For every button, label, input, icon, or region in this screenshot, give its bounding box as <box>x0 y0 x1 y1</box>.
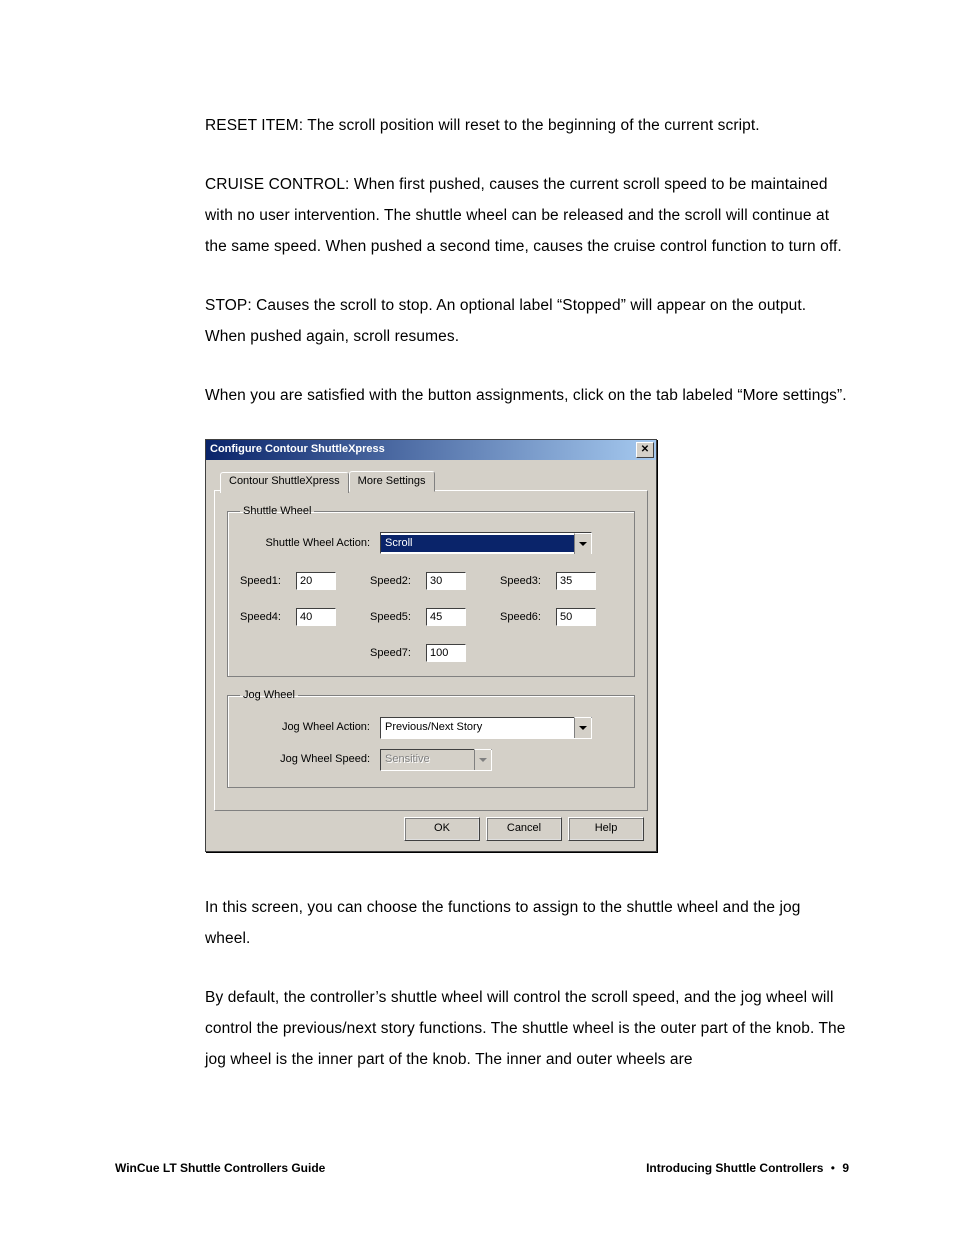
cancel-button[interactable]: Cancel <box>486 817 562 841</box>
dropdown-arrow-icon <box>574 717 591 738</box>
speed7-input[interactable] <box>426 644 466 662</box>
speed3-label: Speed3: <box>500 575 550 588</box>
jog-wheel-action-combo[interactable]: Previous/Next Story <box>380 717 592 739</box>
shuttle-wheel-action-label: Shuttle Wheel Action: <box>240 537 380 550</box>
tab-contour-shuttlexpress[interactable]: Contour ShuttleXpress <box>220 472 349 493</box>
close-icon: ✕ <box>641 444 649 456</box>
tab-more-settings[interactable]: More Settings <box>349 471 435 492</box>
speed1-input[interactable] <box>296 572 336 590</box>
speed6-label: Speed6: <box>500 611 550 624</box>
footer-section-title: Introducing Shuttle Controllers <box>646 1161 823 1175</box>
tab-strip: Contour ShuttleXpress More Settings <box>220 470 648 491</box>
dialog-title: Configure Contour ShuttleXpress <box>210 443 385 456</box>
paragraph-cruise-control: CRUISE CONTROL: When first pushed, cause… <box>205 169 849 262</box>
jog-wheel-speed-label: Jog Wheel Speed: <box>240 753 380 766</box>
close-button[interactable]: ✕ <box>636 442 654 458</box>
footer-right: Introducing Shuttle Controllers • 9 <box>646 1161 849 1175</box>
shuttle-wheel-group: Shuttle Wheel Shuttle Wheel Action: Scro… <box>227 505 635 677</box>
jog-wheel-speed-value: Sensitive <box>381 751 474 768</box>
help-button[interactable]: Help <box>568 817 644 841</box>
speed4-label: Speed4: <box>240 611 290 624</box>
footer-left: WinCue LT Shuttle Controllers Guide <box>115 1161 325 1175</box>
speed5-label: Speed5: <box>370 611 420 624</box>
jog-wheel-action-value: Previous/Next Story <box>381 719 574 736</box>
ok-button[interactable]: OK <box>404 817 480 841</box>
body-text-region-2: In this screen, you can choose the funct… <box>115 892 849 1075</box>
footer-page-number: 9 <box>842 1161 849 1175</box>
tab-panel-more-settings: Shuttle Wheel Shuttle Wheel Action: Scro… <box>214 490 648 810</box>
paragraph-default-behavior: By default, the controller’s shuttle whe… <box>205 982 849 1075</box>
shuttle-wheel-legend: Shuttle Wheel <box>240 505 314 518</box>
speed6-input[interactable] <box>556 608 596 626</box>
configure-shuttle-dialog: Configure Contour ShuttleXpress ✕ Contou… <box>205 439 657 852</box>
speed2-input[interactable] <box>426 572 466 590</box>
jog-wheel-legend: Jog Wheel <box>240 689 298 702</box>
speed5-input[interactable] <box>426 608 466 626</box>
speed1-label: Speed1: <box>240 575 290 588</box>
speed3-input[interactable] <box>556 572 596 590</box>
paragraph-more-settings-instruction: When you are satisfied with the button a… <box>205 380 849 411</box>
shuttle-wheel-action-value: Scroll <box>381 535 574 552</box>
paragraph-screen-choose: In this screen, you can choose the funct… <box>205 892 849 954</box>
paragraph-reset-item: RESET ITEM: The scroll position will res… <box>205 110 849 141</box>
speed7-label: Speed7: <box>370 647 420 660</box>
paragraph-stop: STOP: Causes the scroll to stop. An opti… <box>205 290 849 352</box>
dialog-button-row: OK Cancel Help <box>214 811 648 843</box>
jog-wheel-group: Jog Wheel Jog Wheel Action: Previous/Nex… <box>227 689 635 787</box>
speed4-input[interactable] <box>296 608 336 626</box>
jog-wheel-action-label: Jog Wheel Action: <box>240 721 380 734</box>
dropdown-arrow-icon <box>574 533 591 554</box>
dropdown-arrow-icon <box>474 749 491 770</box>
body-text-region: RESET ITEM: The scroll position will res… <box>115 110 849 411</box>
dialog-titlebar: Configure Contour ShuttleXpress ✕ <box>206 440 656 460</box>
jog-wheel-speed-combo: Sensitive <box>380 749 492 771</box>
footer-bullet: • <box>831 1161 835 1175</box>
speed2-label: Speed2: <box>370 575 420 588</box>
shuttle-wheel-action-combo[interactable]: Scroll <box>380 532 592 554</box>
page-footer: WinCue LT Shuttle Controllers Guide Intr… <box>115 1161 849 1175</box>
